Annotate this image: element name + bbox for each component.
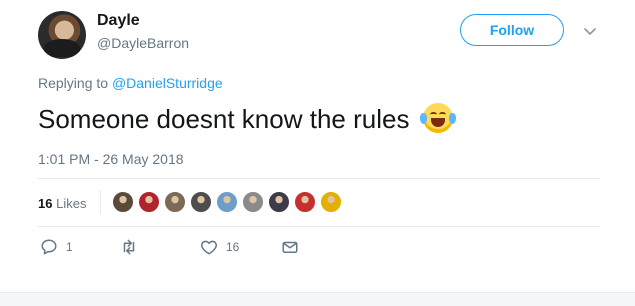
reply-count: 1 bbox=[66, 240, 73, 254]
like-count: 16 bbox=[226, 240, 240, 254]
face-with-tears-of-joy-icon bbox=[419, 103, 456, 133]
divider bbox=[100, 190, 101, 214]
avatar[interactable] bbox=[38, 11, 86, 59]
caret-down-icon[interactable] bbox=[583, 24, 597, 38]
reply-prefix: Replying to bbox=[38, 75, 112, 91]
reply-button[interactable]: 1 bbox=[40, 238, 73, 256]
like-button[interactable]: 16 bbox=[200, 238, 239, 256]
replying-to: Replying to @DanielSturridge bbox=[38, 75, 223, 91]
likes-number: 16 bbox=[38, 196, 53, 211]
liker-avatar[interactable] bbox=[320, 191, 342, 213]
reply-icon bbox=[41, 239, 57, 255]
liker-avatar[interactable] bbox=[190, 191, 212, 213]
liker-avatar[interactable] bbox=[242, 191, 264, 213]
tweet-text: Someone doesnt know the rules bbox=[38, 101, 456, 137]
heart-icon bbox=[201, 240, 217, 255]
direct-message-button[interactable] bbox=[281, 238, 307, 256]
divider bbox=[38, 178, 600, 179]
envelope-icon bbox=[282, 241, 298, 253]
author-handle[interactable]: @DayleBarron bbox=[97, 35, 189, 51]
follow-button[interactable]: Follow bbox=[460, 14, 564, 46]
liker-avatar[interactable] bbox=[164, 191, 186, 213]
retweet-button[interactable] bbox=[120, 238, 146, 256]
tweet-timestamp[interactable]: 1:01 PM - 26 May 2018 bbox=[38, 151, 184, 167]
retweet-icon bbox=[123, 239, 135, 255]
tweet-text-body: Someone doesnt know the rules bbox=[38, 104, 410, 134]
mention-link[interactable]: @DanielSturridge bbox=[112, 75, 223, 91]
likes-label: Likes bbox=[56, 196, 87, 211]
liker-avatar[interactable] bbox=[268, 191, 290, 213]
liker-avatar[interactable] bbox=[216, 191, 238, 213]
likes-count[interactable]: 16 Likes bbox=[38, 196, 86, 211]
author-name[interactable]: Dayle bbox=[97, 12, 140, 30]
liker-avatar[interactable] bbox=[294, 191, 316, 213]
divider bbox=[38, 226, 600, 227]
liker-avatar[interactable] bbox=[112, 191, 134, 213]
liker-avatar[interactable] bbox=[138, 191, 160, 213]
footer-bar bbox=[0, 292, 635, 306]
